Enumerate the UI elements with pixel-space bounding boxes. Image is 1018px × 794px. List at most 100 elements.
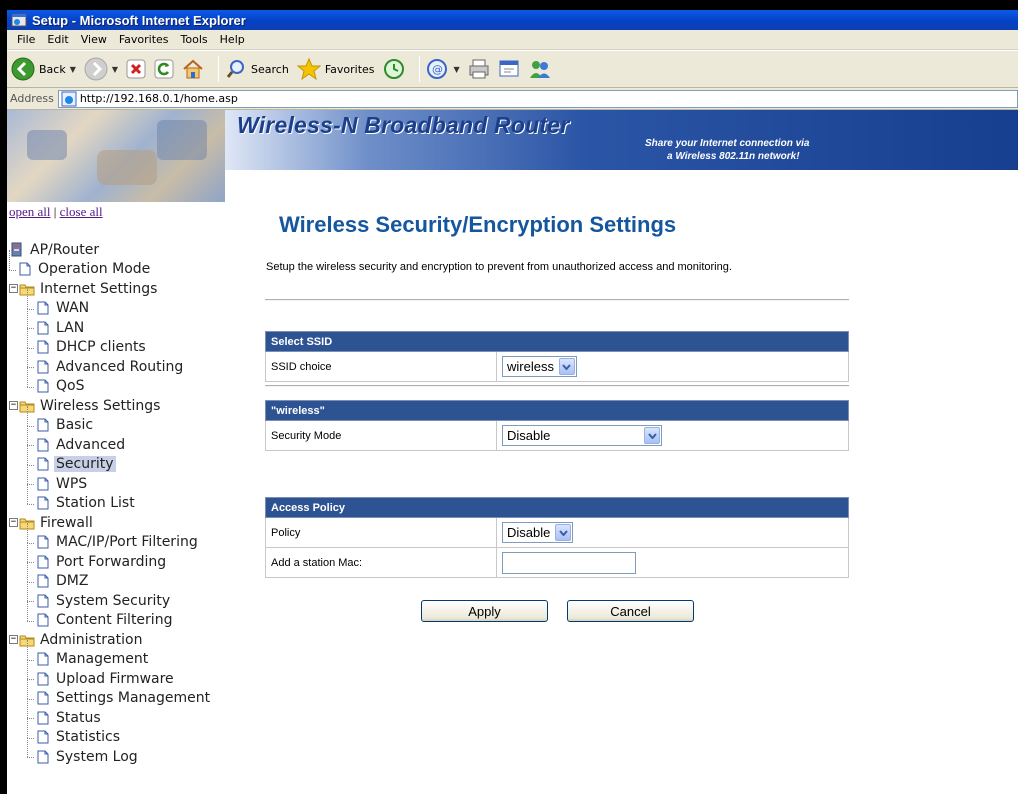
station-mac-input[interactable] [502,551,636,574]
search-button[interactable]: Search [225,58,289,80]
back-dropdown-icon[interactable]: ▼ [70,65,76,74]
back-arrow-icon [11,57,35,81]
tree-item[interactable]: LAN [9,308,212,338]
home-button[interactable] [182,58,204,80]
print-button[interactable] [468,58,490,80]
address-input[interactable]: http://192.168.0.1/home.asp [57,89,1018,108]
favorites-star-icon [296,58,321,80]
chevron-down-icon[interactable] [555,524,572,541]
edit-button[interactable] [498,58,520,80]
tree-item[interactable]: WPS [9,464,212,494]
menu-edit[interactable]: Edit [41,33,74,46]
tree-item[interactable]: DHCP clients [9,327,212,358]
tree-item[interactable]: Status [9,698,212,728]
security-header: "wireless" [265,400,849,421]
tree-item-label: Basic [56,417,94,434]
tree-item-label: LAN [56,319,85,336]
tree-item[interactable]: Advanced Routing [9,347,212,377]
tree-item[interactable]: AP/Router [9,240,212,260]
page-icon [61,91,77,106]
tree-item[interactable]: Security [9,444,212,475]
page-icon [35,593,51,609]
page-icon [35,320,51,336]
tree-item[interactable]: − Firewall [9,513,212,533]
mail-button[interactable]: @ ▼ [426,58,460,80]
sidebar: open all | close all AP/Router Operation … [7,202,257,794]
menu-file[interactable]: File [11,33,41,46]
page-icon [35,671,51,687]
tree-item-label: Administration [40,631,143,648]
tree-item[interactable]: Content Filtering [9,600,212,631]
collapse-toggle-icon[interactable]: − [9,401,18,411]
tree-item[interactable]: Station List [9,483,212,514]
menu-bar: File Edit View Favorites Tools Help [7,30,1018,50]
tree-item-label: DMZ [56,573,89,590]
menu-view[interactable]: View [75,33,113,46]
tree-item[interactable]: System Log [9,737,212,767]
router-icon [9,242,25,258]
apply-button[interactable]: Apply [421,600,548,622]
tree-item[interactable]: − Internet Settings [9,279,212,299]
collapse-toggle-icon[interactable]: − [9,635,18,645]
tree-item[interactable]: DMZ [9,561,212,592]
tree-item-label: Content Filtering [56,612,173,629]
tree-item[interactable]: System Security [9,581,212,611]
menu-favorites[interactable]: Favorites [113,33,175,46]
tree-item[interactable]: Advanced [9,425,212,455]
page-icon [35,495,51,511]
stop-button[interactable] [126,59,146,79]
tree-item[interactable]: Management [9,639,212,670]
cancel-button[interactable]: Cancel [567,600,694,622]
page-icon [17,261,33,277]
forward-dropdown-icon[interactable]: ▼ [112,65,118,74]
tree-item[interactable]: Settings Management [9,678,212,709]
page-icon [35,359,51,375]
tree-item[interactable]: Upload Firmware [9,659,212,689]
banner-tagline-1: Share your Internet connection via [645,138,810,149]
mail-dropdown-icon[interactable]: ▼ [454,65,460,74]
open-all-link[interactable]: open all [9,204,51,219]
page-icon [35,554,51,570]
link-separator: | [53,204,57,219]
forward-button[interactable]: ▼ [84,57,118,81]
history-button[interactable] [383,58,405,80]
tree-item[interactable]: Operation Mode [9,249,212,280]
page-icon [35,437,51,453]
tree-controls: open all | close all [9,204,103,220]
menu-help[interactable]: Help [214,33,251,46]
page-icon [35,749,51,765]
collapse-toggle-icon[interactable]: − [9,284,18,294]
page-title: Wireless Security/Encryption Settings [279,212,677,237]
messenger-icon [529,61,550,78]
messenger-button[interactable] [528,58,552,80]
tree-item[interactable]: Basic [9,405,212,436]
tree-item[interactable]: MAC/IP/Port Filtering [9,522,212,553]
tree-item[interactable]: − Administration [9,630,212,650]
tree-item[interactable]: WAN [9,288,212,319]
favorites-button[interactable]: Favorites [296,58,375,80]
tree-item[interactable]: Port Forwarding [9,542,212,572]
page-icon [35,300,51,316]
browser-window: Setup - Microsoft Internet Explorer File… [7,10,1018,794]
collapse-toggle-icon[interactable]: − [9,518,18,528]
refresh-button[interactable] [154,59,174,79]
tree-item[interactable]: QoS [9,366,212,397]
menu-tools[interactable]: Tools [175,33,214,46]
security-mode-select[interactable]: Disable [502,425,662,446]
search-icon [226,60,245,78]
back-button[interactable]: Back ▼ [11,57,76,81]
close-all-link[interactable]: close all [60,204,103,219]
tree-item[interactable]: Statistics [9,717,212,748]
banner-tagline-2: a Wireless 802.11n network! [667,151,800,162]
tree-item[interactable]: − Wireless Settings [9,396,212,416]
policy-select[interactable]: Disable [502,522,574,543]
ssid-header: Select SSID [265,331,849,352]
ssid-select[interactable]: wireless [502,356,577,377]
form-buttons: Apply Cancel [421,600,713,622]
chevron-down-icon[interactable] [644,427,660,444]
security-mode-label: Security Mode [265,420,497,451]
favorites-label: Favorites [324,62,375,76]
chevron-down-icon[interactable] [558,358,575,375]
tree-item-label: Security [54,456,116,473]
address-bar: Address http://192.168.0.1/home.asp [7,88,1018,110]
